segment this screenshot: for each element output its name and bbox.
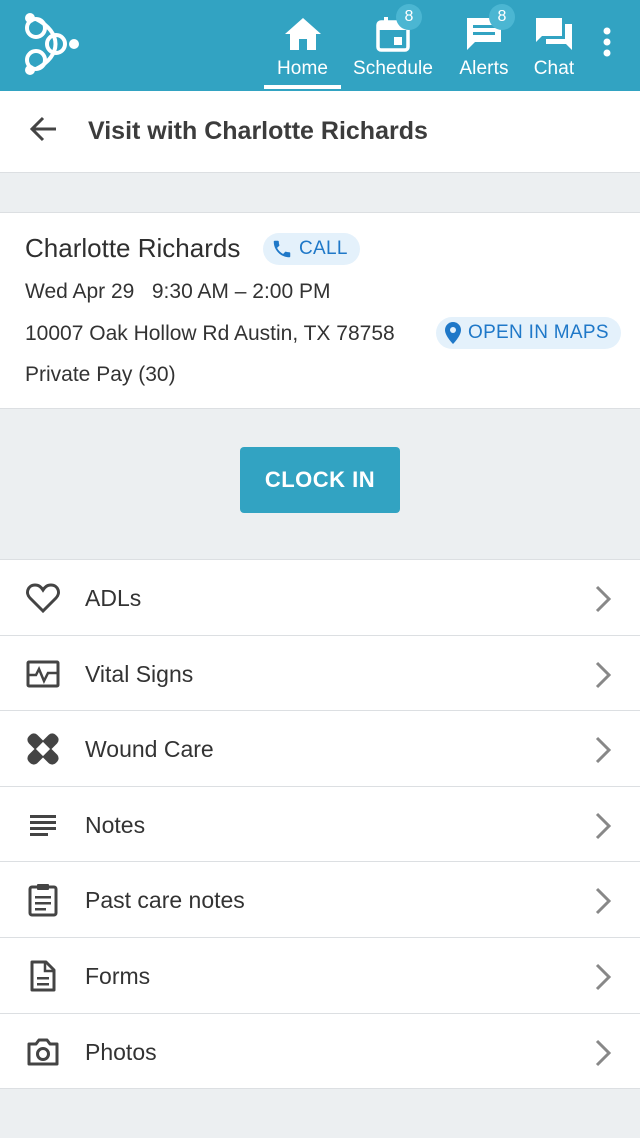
visit-info-card: Charlotte Richards CALL Wed Apr 29 9:30 … xyxy=(0,212,640,409)
menu-item-photos[interactable]: Photos xyxy=(0,1014,640,1090)
clipboard-icon xyxy=(26,884,60,917)
alerts-icon: 8 xyxy=(465,4,515,56)
visit-time: 9:30 AM – 2:00 PM xyxy=(151,280,331,303)
menu-item-label: Forms xyxy=(85,962,151,989)
tab-chat[interactable]: Chat xyxy=(530,0,578,91)
chevron-right-icon xyxy=(595,812,612,839)
chevron-right-icon xyxy=(595,585,612,613)
vital-signs-icon xyxy=(26,658,60,690)
page-title: Visit with Charlotte Richards xyxy=(88,117,428,145)
tab-home[interactable]: Home xyxy=(264,0,341,91)
back-arrow-icon[interactable] xyxy=(28,113,60,145)
open-in-maps-label: OPEN IN MAPS xyxy=(468,322,609,343)
chat-icon xyxy=(534,12,574,56)
heart-icon xyxy=(26,582,60,614)
call-label: CALL xyxy=(299,238,348,259)
tab-home-label: Home xyxy=(276,58,329,79)
visit-date: Wed Apr 29 xyxy=(25,280,135,303)
chevron-right-icon xyxy=(595,661,612,688)
tab-alerts[interactable]: 8 Alerts xyxy=(455,0,515,91)
clock-in-button[interactable]: CLOCK IN xyxy=(240,447,400,513)
visit-datetime: Wed Apr 29 9:30 AM – 2:00 PM xyxy=(25,280,330,304)
menu-item-forms[interactable]: Forms xyxy=(0,938,640,1014)
tab-chat-label: Chat xyxy=(533,58,575,79)
camera-icon xyxy=(26,1036,60,1068)
active-tab-indicator xyxy=(264,85,341,89)
menu-item-wound-care[interactable]: Wound Care xyxy=(0,711,640,787)
notes-icon xyxy=(26,809,60,841)
chevron-right-icon xyxy=(595,1039,612,1066)
visit-address: 10007 Oak Hollow Rd Austin, TX 78758 xyxy=(25,322,395,345)
more-vertical-icon[interactable] xyxy=(596,26,618,58)
bandage-icon xyxy=(26,733,60,765)
document-icon xyxy=(26,960,60,992)
map-pin-icon xyxy=(445,322,461,344)
menu-item-vital-signs[interactable]: Vital Signs xyxy=(0,636,640,712)
calendar-icon: 8 xyxy=(376,4,422,56)
menu-item-label: Past care notes xyxy=(85,887,245,914)
visit-menu-list: ADLs Vital Signs Wound Care Notes Past c… xyxy=(0,559,640,1090)
chevron-right-icon xyxy=(595,888,612,915)
menu-item-label: Vital Signs xyxy=(85,660,194,687)
tab-alerts-label: Alerts xyxy=(459,58,509,79)
payer: Private Pay (30) xyxy=(25,363,176,386)
menu-item-past-care-notes[interactable]: Past care notes xyxy=(0,862,640,938)
menu-item-notes[interactable]: Notes xyxy=(0,787,640,863)
schedule-badge: 8 xyxy=(396,4,422,30)
tab-schedule[interactable]: 8 Schedule xyxy=(350,0,436,91)
client-name: Charlotte Richards xyxy=(25,233,241,263)
menu-item-adls[interactable]: ADLs xyxy=(0,560,640,636)
app-logo-icon[interactable] xyxy=(22,12,82,76)
alerts-badge: 8 xyxy=(489,4,515,30)
home-icon xyxy=(284,12,322,56)
open-in-maps-button[interactable]: OPEN IN MAPS xyxy=(436,317,621,349)
menu-item-label: ADLs xyxy=(85,585,142,611)
page-header: Visit with Charlotte Richards xyxy=(0,91,640,173)
tab-schedule-label: Schedule xyxy=(352,58,434,79)
menu-item-label: Photos xyxy=(85,1038,157,1065)
chevron-right-icon xyxy=(595,963,612,991)
top-bar: Home 8 Schedule 8 Alerts Chat xyxy=(0,0,640,91)
menu-item-label: Wound Care xyxy=(85,736,214,763)
phone-icon xyxy=(273,240,291,258)
menu-item-label: Notes xyxy=(85,811,146,838)
chevron-right-icon xyxy=(595,737,612,764)
call-button[interactable]: CALL xyxy=(263,233,360,265)
